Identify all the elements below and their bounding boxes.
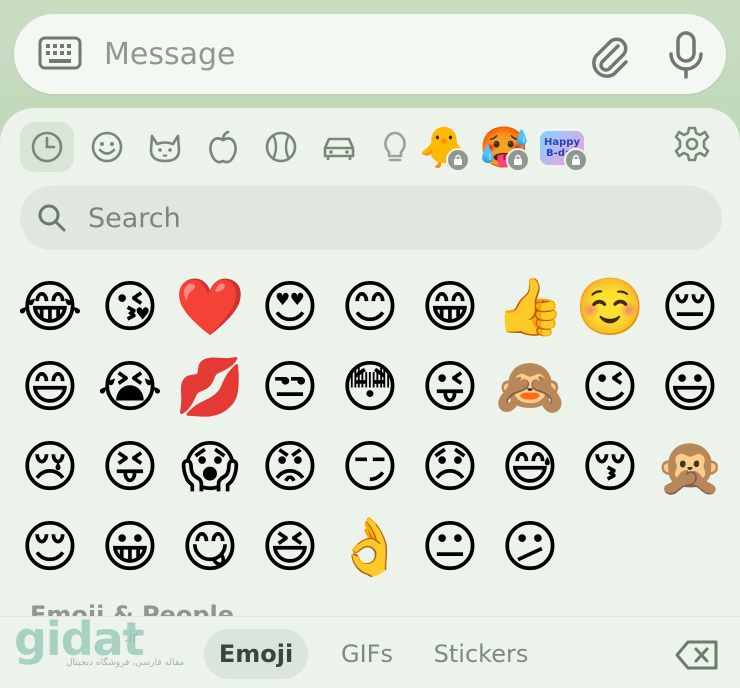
search-icon	[38, 204, 66, 232]
ball-icon	[265, 131, 297, 163]
emoji-item[interactable]: 😱	[170, 428, 250, 508]
keyboard-icon[interactable]	[38, 36, 82, 70]
tab-emoji[interactable]: Emoji	[204, 629, 308, 679]
sticker-pack-happy-birthday[interactable]: Happy B-day	[534, 120, 590, 176]
emoji-item[interactable]: ☺️	[570, 268, 650, 348]
emoji-item[interactable]: 😢	[10, 428, 90, 508]
emoji-item[interactable]: 👌	[330, 508, 410, 588]
emoji-item[interactable]: 😐	[410, 508, 490, 588]
sticker-label-line1: Happy	[544, 137, 580, 148]
tab-gifs[interactable]: GIFs	[326, 629, 408, 679]
emoji-item[interactable]: 😁	[410, 268, 490, 348]
emoji-item[interactable]: 😊	[330, 268, 410, 348]
emoji-item[interactable]: 🙈	[490, 348, 570, 428]
emoji-item[interactable]: 😅	[490, 428, 570, 508]
message-input[interactable]	[104, 32, 544, 76]
emoji-item[interactable]: 😚	[570, 428, 650, 508]
emoji-grid: 😂 😘 ❤️ 😍 😊 😁 👍 ☺️ 😔 😄 😭 💋 😒 😳 😜 🙈 😉 😃 😢 😝 😱 😡 😏 😞 😅 😚 🙊 😌 😀 😋 😆 👌 😐 😕	[10, 268, 730, 598]
clock-icon	[31, 131, 63, 163]
smiley-icon	[91, 131, 123, 163]
emoji-item[interactable]: 😝	[90, 428, 170, 508]
emoji-item[interactable]: 😉	[570, 348, 650, 428]
emoji-item[interactable]: 😞	[410, 428, 490, 508]
tab-objects[interactable]	[368, 122, 422, 172]
message-bar	[14, 14, 726, 94]
gear-icon[interactable]	[672, 124, 712, 164]
emoji-item[interactable]: 😃	[650, 348, 730, 428]
emoji-item[interactable]: 😕	[490, 508, 570, 588]
emoji-item[interactable]: 👍	[490, 268, 570, 348]
emoji-item[interactable]: 😌	[10, 508, 90, 588]
lock-icon	[506, 148, 530, 172]
emoji-item[interactable]: 💋	[170, 348, 250, 428]
emoji-item[interactable]: 😒	[250, 348, 330, 428]
car-icon	[323, 137, 355, 160]
emoji-item[interactable]: 😔	[650, 268, 730, 348]
watermark-tagline: مقاله فارسی، فروشگاه دیجیتال	[66, 658, 185, 668]
watermark: gidat .ir مقاله فارسی، فروشگاه دیجیتال	[14, 614, 184, 678]
lock-icon	[564, 148, 588, 172]
tab-smileys[interactable]	[80, 122, 134, 172]
lock-icon	[446, 148, 470, 172]
tab-animals[interactable]	[138, 122, 192, 172]
tab-stickers[interactable]: Stickers	[424, 629, 538, 679]
emoji-item[interactable]: 😍	[250, 268, 330, 348]
search-input[interactable]	[88, 198, 688, 238]
emoji-item[interactable]: 😜	[410, 348, 490, 428]
apple-icon	[209, 130, 237, 164]
emoji-item[interactable]: 😀	[90, 508, 170, 588]
lightbulb-icon	[384, 131, 406, 162]
emoji-item[interactable]: 😏	[330, 428, 410, 508]
tab-food[interactable]	[196, 122, 250, 172]
watermark-tld: .ir	[124, 630, 139, 646]
emoji-item[interactable]: 😂	[10, 268, 90, 348]
emoji-item[interactable]: 😋	[170, 508, 250, 588]
emoji-panel: 🐥 🥵 Happy B-day Search 😂 😘 ❤️ 😍 😊 😁 👍 ☺️…	[0, 108, 740, 688]
cat-icon	[149, 134, 181, 163]
search-box	[20, 186, 722, 250]
emoji-item[interactable]: ❤️	[170, 268, 250, 348]
backspace-icon[interactable]	[674, 639, 720, 671]
sticker-pack-duck[interactable]: 🐥	[416, 120, 472, 176]
emoji-item[interactable]: 😆	[250, 508, 330, 588]
emoji-item[interactable]: 😡	[250, 428, 330, 508]
category-bar: 🐥 🥵 Happy B-day	[0, 108, 740, 184]
sticker-pack-hot-face[interactable]: 🥵	[476, 120, 532, 176]
microphone-icon[interactable]	[666, 30, 706, 80]
emoji-item[interactable]: 🙊	[650, 428, 730, 508]
emoji-item[interactable]: 😘	[90, 268, 170, 348]
tab-activity[interactable]	[254, 122, 308, 172]
tab-travel[interactable]	[312, 122, 366, 172]
paperclip-icon[interactable]	[588, 32, 630, 78]
emoji-item[interactable]: 😄	[10, 348, 90, 428]
emoji-item[interactable]: 😳	[330, 348, 410, 428]
emoji-item[interactable]: 😭	[90, 348, 170, 428]
tab-recent[interactable]	[20, 122, 74, 172]
